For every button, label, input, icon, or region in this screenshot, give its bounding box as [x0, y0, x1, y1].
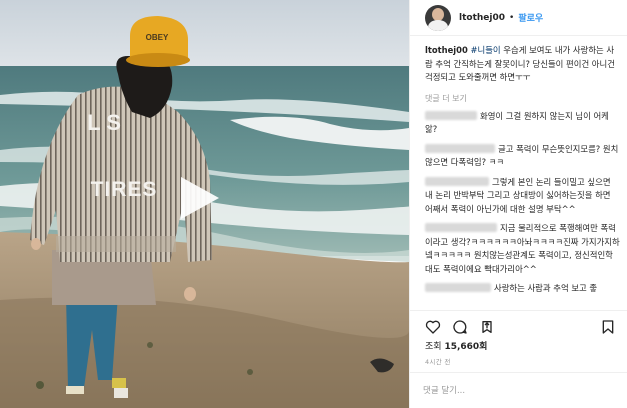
play-icon[interactable] — [177, 175, 221, 221]
comments-list[interactable]: ltothej00 #니들이 우습게 보여도 내가 사랑하는 사람 추억 간직하… — [410, 44, 627, 306]
add-comment-bar — [410, 372, 627, 408]
redacted-username — [425, 110, 477, 120]
cap-text: OBEY — [146, 33, 169, 42]
list-item: 그렇게 본인 논리 들이밀고 싶으면 내 논리 반박부탁 그리고 상대방이 싫어… — [425, 176, 620, 217]
comment-input[interactable] — [423, 382, 618, 400]
action-bar — [410, 310, 627, 340]
redacted-username — [425, 283, 491, 292]
follow-button[interactable]: 팔로우 — [518, 11, 543, 24]
views-label: 조회 — [425, 342, 442, 352]
share-icon[interactable] — [479, 319, 495, 335]
avatar[interactable] — [425, 4, 451, 31]
view-count: 조회 15,660회 — [425, 339, 487, 352]
jacket-text-bottom: TIRES — [91, 178, 158, 201]
caption-username[interactable]: ltothej00 — [425, 45, 468, 55]
post-side-panel: ltothej00 • 팔로우 ltothej00 #니들이 우습게 보여도 내… — [409, 0, 627, 408]
list-item: 지금 물리적으로 폭행해여만 폭력이라고 생각?ㅋㅋㅋㅋㅋㅋ아놔ㅋㅋㅋㅋ진짜 가… — [425, 222, 620, 276]
list-item: 사랑하는 사람과 추억 보고 좋 — [425, 282, 620, 296]
bookmark-icon[interactable] — [600, 319, 616, 335]
post-timestamp: 4시간 전 — [425, 358, 451, 366]
load-more-comments[interactable]: 댓글 더 보기 — [425, 93, 620, 104]
post-media[interactable]: L S TIRES OBEY — [0, 0, 409, 408]
jacket-text-top: L S — [87, 110, 121, 135]
header-username[interactable]: ltothej00 — [459, 13, 505, 23]
redacted-username — [425, 143, 495, 153]
redacted-username — [425, 223, 497, 232]
views-number: 15,660회 — [444, 342, 488, 352]
heart-icon[interactable] — [425, 319, 441, 335]
list-item: 글고 폭력이 무슨뜻인지모름? 원치않으면 다폭력임? ㅋㅋ — [425, 143, 620, 170]
list-item: 화영이 그걸 원하지 않는지 님이 어케앎? — [425, 110, 620, 137]
comment-icon[interactable] — [452, 319, 468, 335]
header-separator: • — [509, 12, 515, 23]
post-caption: ltothej00 #니들이 우습게 보여도 내가 사랑하는 사람 추억 간직하… — [425, 44, 620, 85]
post-header: ltothej00 • 팔로우 — [410, 0, 627, 36]
redacted-username — [425, 176, 489, 186]
comment-text: 사랑하는 사람과 추억 보고 좋 — [494, 283, 598, 293]
caption-hashtag[interactable]: #니들이 — [470, 45, 500, 55]
